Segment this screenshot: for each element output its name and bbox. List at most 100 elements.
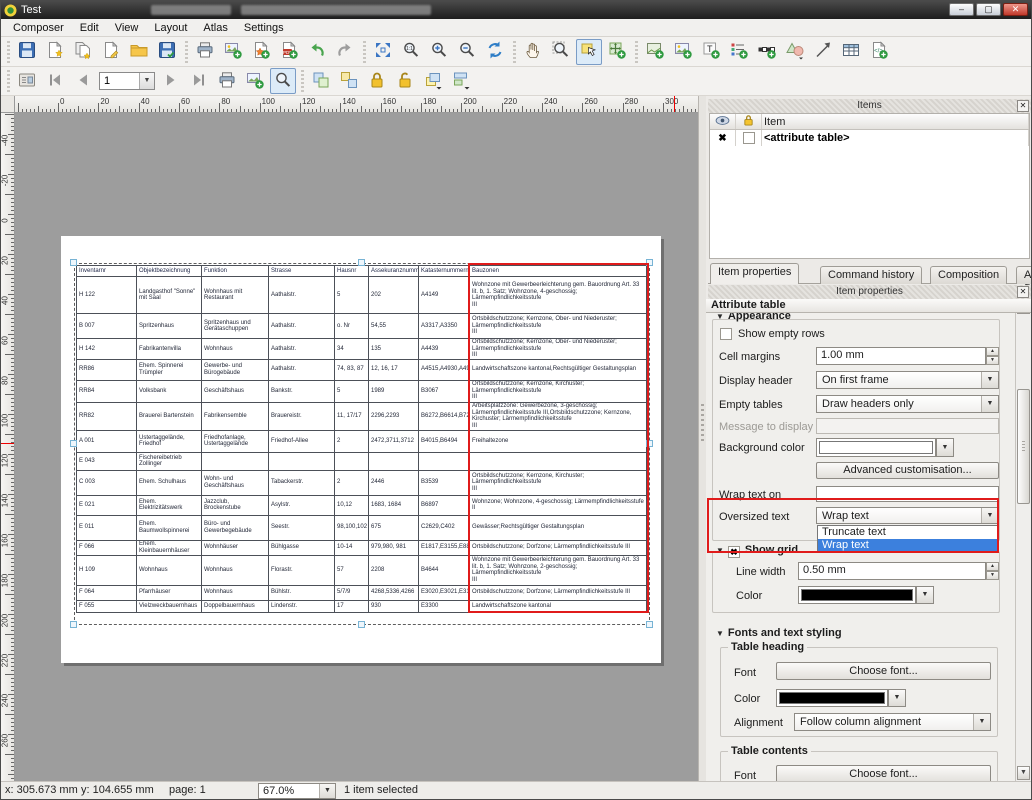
add-label-button[interactable]: T [698, 39, 724, 65]
zoom-full-button[interactable] [370, 39, 396, 65]
oversized-text-select[interactable]: Wrap text▼ [816, 507, 999, 524]
new-composition-button[interactable] [42, 39, 68, 65]
show-grid-checkbox[interactable]: ✖ [728, 546, 740, 558]
panel-splitter[interactable] [698, 96, 706, 781]
cell-margins-stepper[interactable]: ▲▼ [986, 347, 999, 365]
select-move-item-button[interactable] [576, 39, 602, 65]
selection-handle[interactable] [70, 440, 77, 447]
dropdown-option-wrap-text[interactable]: Wrap text [818, 539, 997, 552]
item-properties-close-icon[interactable]: ✕ [1017, 286, 1029, 298]
line-width-input[interactable]: 0.50 mm [798, 562, 986, 580]
items-panel-close-icon[interactable]: ✕ [1017, 100, 1029, 112]
toolbar-handle[interactable] [5, 70, 11, 92]
selection-handle[interactable] [70, 621, 77, 628]
lock-checkbox[interactable] [743, 132, 755, 144]
lock-items-button[interactable] [364, 68, 390, 94]
export-pdf-button[interactable]: PDF [276, 39, 302, 65]
close-button[interactable]: ✕ [1003, 3, 1028, 16]
properties-scrollbar[interactable]: ▲ ▼ [1015, 299, 1031, 781]
last-feature-button[interactable] [186, 68, 212, 94]
selection-handle[interactable] [646, 621, 653, 628]
zoom-level-select[interactable]: 67.0% ▼ [258, 783, 336, 799]
first-feature-button[interactable] [42, 68, 68, 94]
show-empty-rows-checkbox[interactable] [720, 328, 732, 340]
show-grid-group-header[interactable]: ▼✖Show grid [716, 544, 802, 558]
toolbar-handle[interactable] [183, 41, 189, 63]
items-list-row[interactable]: ✖<attribute table> [710, 130, 1029, 146]
tab-atlas-generation[interactable]: Atlas generation [1016, 266, 1032, 284]
background-color-dropdown-icon[interactable]: ▼ [936, 438, 954, 457]
zoom-out-button[interactable] [454, 39, 480, 65]
add-map-button[interactable] [642, 39, 668, 65]
selection-handle[interactable] [646, 259, 653, 266]
maximize-button[interactable]: ▢ [976, 3, 1001, 16]
save-template-button[interactable] [154, 39, 180, 65]
dropdown-option-truncate-text[interactable]: Truncate text [818, 526, 997, 539]
ungroup-items-button[interactable] [336, 68, 362, 94]
selection-handle[interactable] [646, 440, 653, 447]
menu-settings[interactable]: Settings [236, 21, 292, 35]
add-attribute-table-button[interactable] [838, 39, 864, 65]
add-scalebar-button[interactable] [754, 39, 780, 65]
heading-alignment-select[interactable]: Follow column alignment▼ [794, 713, 991, 731]
grid-color-button[interactable] [798, 586, 916, 604]
fonts-group-header[interactable]: ▼Fonts and text styling [716, 627, 842, 639]
export-atlas-button[interactable] [242, 68, 268, 94]
atlas-settings-button[interactable] [14, 68, 40, 94]
heading-choose-font-button[interactable]: Choose font... [776, 662, 991, 680]
tab-composition[interactable]: Composition [930, 266, 1007, 284]
toolbar-handle[interactable] [511, 41, 517, 63]
add-arrow-button[interactable] [810, 39, 836, 65]
empty-tables-select[interactable]: Draw headers only▼ [816, 395, 999, 413]
menu-atlas[interactable]: Atlas [195, 21, 235, 35]
visibility-checkbox[interactable]: ✖ [718, 133, 726, 144]
raise-items-button[interactable] [420, 68, 446, 94]
export-image-button[interactable] [220, 39, 246, 65]
redo-button[interactable] [332, 39, 358, 65]
zoom-one-to-one-button[interactable]: 1:1 [398, 39, 424, 65]
selection-handle[interactable] [358, 621, 365, 628]
menu-view[interactable]: View [107, 21, 147, 35]
selection-handle[interactable] [70, 259, 77, 266]
pan-button[interactable] [520, 39, 546, 65]
background-color-button[interactable] [816, 438, 936, 457]
print-atlas-button[interactable] [214, 68, 240, 94]
next-feature-button[interactable] [158, 68, 184, 94]
export-svg-button[interactable] [248, 39, 274, 65]
contents-choose-font-button[interactable]: Choose font... [776, 765, 991, 781]
composition-canvas[interactable]: InventarnrObjektbezeichnungFunktionStras… [15, 113, 698, 781]
add-html-button[interactable]: </> [866, 39, 892, 65]
add-legend-button[interactable] [726, 39, 752, 65]
save-button[interactable] [14, 39, 40, 65]
heading-color-button[interactable] [776, 689, 888, 707]
attribute-table-item[interactable]: InventarnrObjektbezeichnungFunktionStras… [76, 265, 647, 613]
toolbar-handle[interactable] [5, 41, 11, 63]
undo-button[interactable] [304, 39, 330, 65]
move-content-button[interactable] [604, 39, 630, 65]
add-shape-button[interactable] [782, 39, 808, 65]
atlas-feature-select[interactable]: 1▼ [99, 72, 155, 90]
heading-color-dropdown-icon[interactable]: ▼ [888, 689, 906, 707]
unlock-items-button[interactable] [392, 68, 418, 94]
toolbar-handle[interactable] [633, 41, 639, 63]
scroll-down-icon[interactable]: ▼ [1017, 766, 1030, 780]
zoom-in-button[interactable] [426, 39, 452, 65]
menu-edit[interactable]: Edit [72, 21, 107, 35]
wrap-text-on-input[interactable] [816, 486, 999, 502]
load-template-button[interactable] [126, 39, 152, 65]
minimize-button[interactable]: – [949, 3, 974, 16]
grid-color-dropdown-icon[interactable]: ▼ [916, 586, 934, 604]
print-button[interactable] [192, 39, 218, 65]
toolbar-handle[interactable] [361, 41, 367, 63]
align-items-button[interactable] [448, 68, 474, 94]
group-items-button[interactable] [308, 68, 334, 94]
zoom-tool-button[interactable] [548, 39, 574, 65]
menu-layout[interactable]: Layout [146, 21, 195, 35]
scrollbar-thumb[interactable] [1017, 389, 1030, 504]
composer-manager-button[interactable] [98, 39, 124, 65]
duplicate-composition-button[interactable] [70, 39, 96, 65]
toolbar-handle[interactable] [299, 70, 305, 92]
line-width-stepper[interactable]: ▲▼ [986, 562, 999, 580]
advanced-customisation-button[interactable]: Advanced customisation... [816, 462, 999, 479]
refresh-view-button[interactable] [482, 39, 508, 65]
